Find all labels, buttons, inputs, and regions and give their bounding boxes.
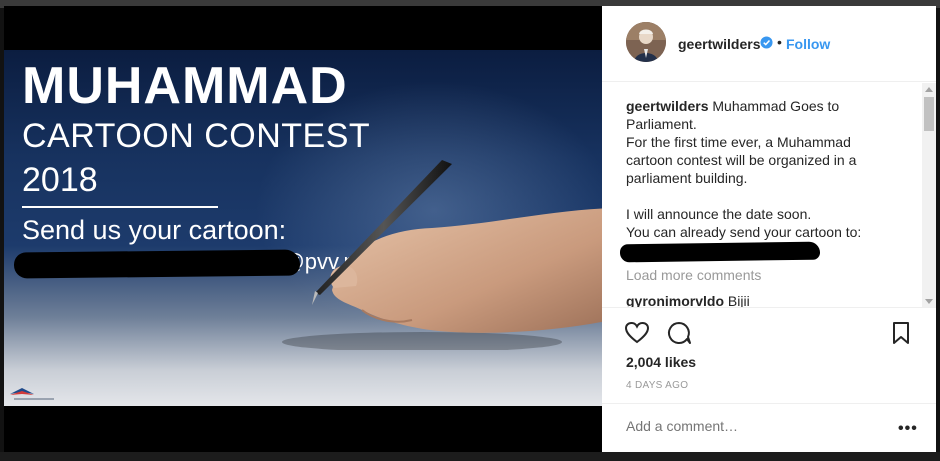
scroll-thumb[interactable] [924, 97, 934, 131]
poster-divider [22, 206, 218, 208]
comment-icon[interactable] [666, 320, 692, 346]
poster-redaction-scribble [13, 249, 301, 279]
add-comment-section: ••• [602, 403, 936, 452]
comments-list[interactable]: geertwilders Muhammad Goes to Parliament… [602, 83, 936, 308]
verified-icon [760, 36, 773, 49]
bookmark-icon[interactable] [888, 320, 914, 346]
post-image-pane[interactable]: MUHAMMAD CARTOON CONTEST 2018 Send us yo… [4, 6, 602, 452]
avatar-photo [626, 22, 666, 62]
post-detail-panel: geertwilders • Follow geertwilders Muham… [602, 6, 936, 452]
add-comment-input[interactable] [626, 418, 886, 434]
heart-icon[interactable] [624, 320, 650, 346]
scroll-down-arrow[interactable] [925, 299, 933, 304]
caption-redaction-scribble [619, 241, 821, 263]
poster-year: 2018 [22, 161, 98, 199]
scroll-up-arrow[interactable] [925, 87, 933, 92]
comment-item: gyronimorvldo Bijii [626, 293, 750, 308]
header-username[interactable]: geertwilders [678, 36, 760, 52]
avatar[interactable] [626, 22, 666, 62]
post-header: geertwilders • Follow [602, 6, 936, 82]
poster-send-text: Send us your cartoon: [22, 215, 287, 245]
poster-subtitle: CARTOON CONTEST [22, 117, 371, 155]
likes-count[interactable]: 2,004 likes [626, 354, 696, 370]
comment-username[interactable]: gyronimorvldo [626, 293, 724, 307]
comments-scrollbar[interactable] [922, 83, 936, 307]
follow-button[interactable]: Follow [786, 36, 830, 52]
post-caption: geertwilders Muhammad Goes to Parliament… [626, 97, 896, 241]
comment-text: Bijii [727, 293, 750, 308]
more-icon[interactable]: ••• [898, 420, 918, 438]
post-image: MUHAMMAD CARTOON CONTEST 2018 Send us yo… [4, 50, 602, 406]
bottom-backdrop-strip [0, 452, 940, 461]
caption-username[interactable]: geertwilders [626, 98, 708, 114]
hand-with-pen-illustration [282, 160, 602, 350]
poster-title: MUHAMMAD [22, 57, 348, 115]
header-separator: • [777, 34, 782, 50]
post-actions [602, 316, 936, 352]
post-timestamp[interactable]: 4 DAYS AGO [626, 380, 688, 391]
load-more-comments-link[interactable]: Load more comments [626, 267, 761, 283]
party-logo [10, 388, 54, 400]
caption-text: Muhammad Goes to Parliament. For the fir… [626, 98, 862, 240]
